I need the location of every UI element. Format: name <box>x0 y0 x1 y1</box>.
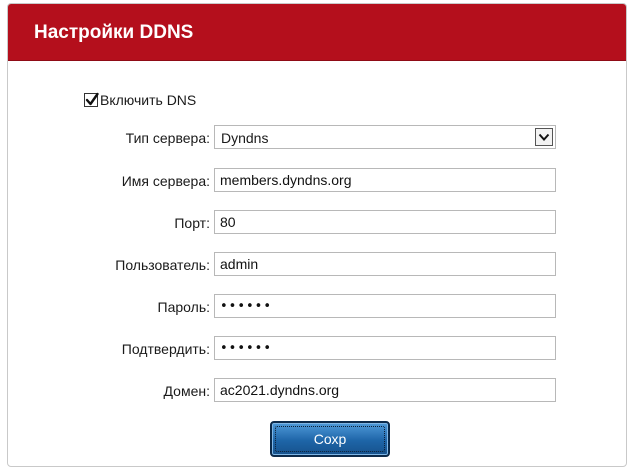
server-type-value: Dyndns <box>221 130 269 146</box>
port-input[interactable] <box>214 210 556 234</box>
domain-input[interactable] <box>214 378 556 402</box>
user-row: Пользователь: <box>8 252 626 278</box>
server-type-row: Тип сервера: Dyndns <box>8 125 626 151</box>
select-dropdown-button[interactable] <box>535 128 553 146</box>
user-label: Пользователь: <box>115 257 210 273</box>
server-type-label: Тип сервера: <box>125 130 210 146</box>
server-name-row: Имя сервера: <box>8 168 626 194</box>
enable-dns-label[interactable]: Включить DNS <box>100 92 196 108</box>
confirm-password-input[interactable] <box>214 336 556 360</box>
user-input[interactable] <box>214 252 556 276</box>
password-input[interactable] <box>214 294 556 318</box>
panel-title: Настройки DDNS <box>34 22 194 43</box>
ddns-settings-panel: Настройки DDNS Включить DNS Тип сервера:… <box>7 3 627 467</box>
port-label: Порт: <box>174 215 210 231</box>
password-row: Пароль: <box>8 294 626 320</box>
domain-row: Домен: <box>8 378 626 404</box>
panel-header: Настройки DDNS <box>8 4 626 61</box>
port-row: Порт: <box>8 210 626 236</box>
confirm-row: Подтвердить: <box>8 336 626 362</box>
server-type-select[interactable]: Dyndns <box>214 125 556 149</box>
password-label: Пароль: <box>157 299 210 315</box>
enable-dns-row: Включить DNS <box>84 92 196 108</box>
save-button[interactable]: Сохр <box>270 421 390 457</box>
confirm-label: Подтвердить: <box>121 341 210 357</box>
server-name-input[interactable] <box>214 168 556 192</box>
focus-ring <box>275 426 385 452</box>
domain-label: Домен: <box>163 383 210 399</box>
enable-dns-checkbox[interactable] <box>84 92 99 107</box>
server-name-label: Имя сервера: <box>121 173 210 189</box>
checkmark-icon <box>85 92 99 106</box>
chevron-down-icon <box>538 133 550 141</box>
